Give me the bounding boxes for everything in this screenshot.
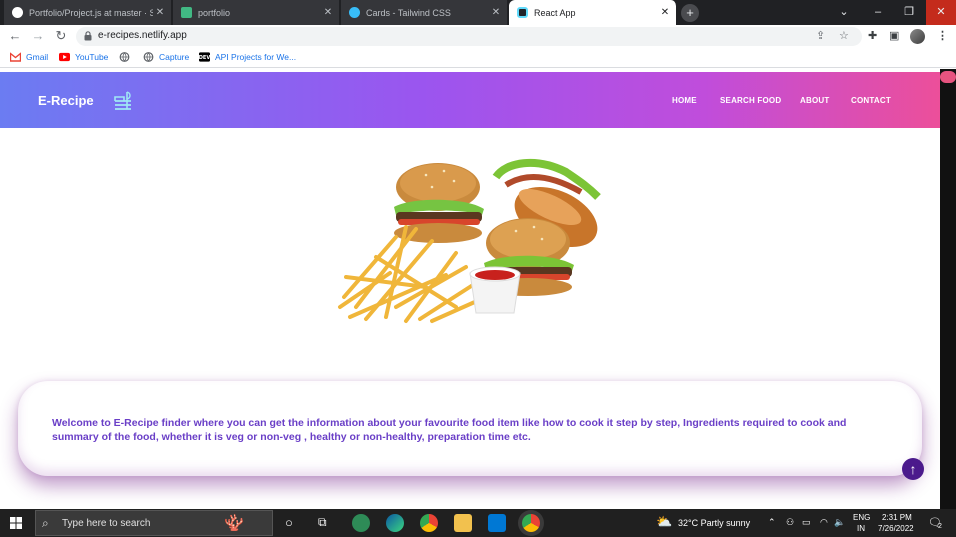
lock-icon	[84, 31, 92, 41]
ketchup-cup-illustration	[469, 266, 521, 314]
github-icon	[12, 7, 23, 18]
dev-icon: DEV	[199, 52, 210, 62]
tray-people-icon[interactable]: ⚇	[786, 517, 794, 528]
tab-close-icon[interactable]: ✕	[321, 7, 335, 18]
tab-close-icon[interactable]: ✕	[153, 7, 167, 18]
vscode-icon[interactable]	[488, 514, 506, 532]
notification-count: 2	[938, 523, 942, 530]
scrollbar-thumb[interactable]	[940, 71, 956, 83]
clock-date[interactable]: 7/26/2022	[878, 524, 914, 533]
cortana-icon[interactable]: ○	[285, 515, 293, 530]
chrome-menu-icon[interactable]: ⋮	[937, 29, 948, 42]
file-explorer-icon[interactable]	[454, 514, 472, 532]
scroll-to-top-button[interactable]: ↑	[902, 458, 924, 480]
tab-portfolio[interactable]: portfolio ✕	[173, 0, 340, 25]
battery-icon[interactable]: ▭	[802, 517, 811, 528]
tailwind-icon	[349, 7, 360, 18]
intro-card: Welcome to E-Recipe finder where you can…	[18, 381, 922, 476]
windows-start-icon[interactable]	[10, 517, 22, 529]
chrome-icon[interactable]	[420, 514, 438, 532]
url-text: e-recipes.netlify.app	[98, 30, 187, 41]
language-bottom[interactable]: IN	[857, 524, 865, 533]
nav-search-food[interactable]: SEARCH FOOD	[720, 96, 781, 105]
gmail-icon	[10, 52, 21, 62]
taskbar-search[interactable]: ⌕ Type here to search 🪸	[35, 510, 273, 536]
globe-icon	[143, 52, 154, 62]
weather-text[interactable]: 32°C Partly sunny	[678, 518, 750, 528]
bookmark-capture[interactable]: Capture	[143, 52, 189, 62]
burger-fries-image	[338, 158, 601, 323]
vue-icon	[181, 7, 192, 18]
reload-icon[interactable]: ↻	[53, 28, 69, 44]
react-icon	[517, 7, 528, 18]
site-brand[interactable]: E-Recipe	[38, 93, 94, 108]
chrome-active-icon[interactable]	[522, 514, 540, 532]
bookmark-youtube[interactable]: YouTube	[59, 52, 108, 62]
address-bar[interactable]: e-recipes.netlify.app ⇪ ☆	[76, 27, 862, 46]
clock-time[interactable]: 2:31 PM	[882, 513, 912, 522]
svg-text:DEV: DEV	[199, 55, 210, 61]
tab-search-button[interactable]: ⌄	[828, 0, 860, 25]
burger-left-illustration	[394, 163, 484, 243]
tab-close-icon[interactable]: ✕	[658, 7, 672, 18]
tab-tailwind-cards[interactable]: Cards - Tailwind CSS ✕	[341, 0, 508, 25]
tray-chevron-icon[interactable]: ⌃	[768, 517, 776, 528]
windows-taskbar: ⌕ Type here to search 🪸 ○ ⧉ ⛅ 32°C Partl…	[0, 509, 956, 537]
browser-toolbar: ← → ↻ e-recipes.netlify.app ⇪ ☆ ✚ ▣ ⋮	[0, 25, 956, 48]
youtube-icon	[59, 52, 70, 62]
tab-github-portfolio[interactable]: Portfolio/Project.js at master · Sh ✕	[4, 0, 172, 25]
bookmark-globe[interactable]	[119, 52, 135, 62]
new-tab-button[interactable]: +	[681, 4, 699, 22]
share-icon[interactable]: ⇪	[816, 29, 825, 42]
extensions-icon[interactable]: ✚	[868, 29, 877, 42]
browser-tab-bar: Portfolio/Project.js at master · Sh ✕ po…	[0, 0, 956, 25]
weather-icon: ⛅	[656, 514, 673, 529]
intro-text: Welcome to E-Recipe finder where you can…	[52, 417, 847, 443]
tab-react-app[interactable]: React App ✕	[509, 0, 677, 25]
restore-button[interactable]: ❐	[893, 0, 925, 25]
task-view-icon[interactable]: ⧉	[318, 515, 327, 530]
site-navbar: E-Recipe HOME SEARCH FOOD ABOUT CONTACT	[0, 72, 940, 128]
minimize-button[interactable]: –	[862, 0, 894, 25]
forward-icon[interactable]: →	[30, 28, 46, 44]
language-top[interactable]: ENG	[853, 513, 870, 522]
nav-about[interactable]: ABOUT	[800, 96, 829, 105]
web-page: E-Recipe HOME SEARCH FOOD ABOUT CONTACT	[0, 69, 940, 509]
nav-home[interactable]: HOME	[672, 96, 697, 105]
bookmark-api-projects[interactable]: DEV API Projects for We...	[199, 52, 296, 62]
bookmark-star-icon[interactable]: ☆	[839, 29, 849, 42]
search-highlight-icon: 🪸	[224, 515, 244, 532]
bookmarks-bar: Gmail YouTube Capture DEV API Projects f…	[0, 48, 956, 68]
bookmark-gmail[interactable]: Gmail	[10, 52, 48, 62]
profile-avatar[interactable]	[910, 29, 925, 44]
tab-close-icon[interactable]: ✕	[489, 7, 503, 18]
globe-icon	[119, 52, 130, 62]
close-window-button[interactable]: ✕	[926, 0, 956, 25]
page-scrollbar[interactable]	[940, 69, 956, 509]
edge-icon[interactable]	[386, 514, 404, 532]
utorrent-icon[interactable]	[352, 514, 370, 532]
search-icon: ⌕	[42, 516, 49, 530]
volume-icon[interactable]: 🔈	[834, 517, 845, 528]
wifi-icon[interactable]: ◠	[820, 517, 828, 528]
back-icon[interactable]: ←	[7, 28, 23, 44]
food-tray-icon	[114, 91, 131, 110]
nav-contact[interactable]: CONTACT	[851, 96, 891, 105]
side-panel-icon[interactable]: ▣	[889, 29, 899, 42]
